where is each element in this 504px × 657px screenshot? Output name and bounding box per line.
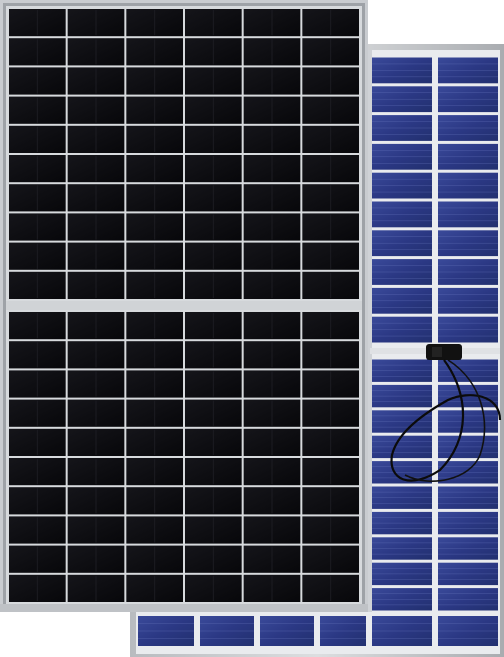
front-center-bus: [6, 301, 362, 310]
rear-edge-sliver: [368, 50, 372, 612]
front-monocrystalline-panel: [0, 0, 368, 612]
solar-panels-illustration: [0, 0, 504, 657]
junction-box: [426, 344, 462, 360]
solar-panels-photo: [0, 0, 504, 657]
front-bottom-rail: [0, 604, 368, 612]
